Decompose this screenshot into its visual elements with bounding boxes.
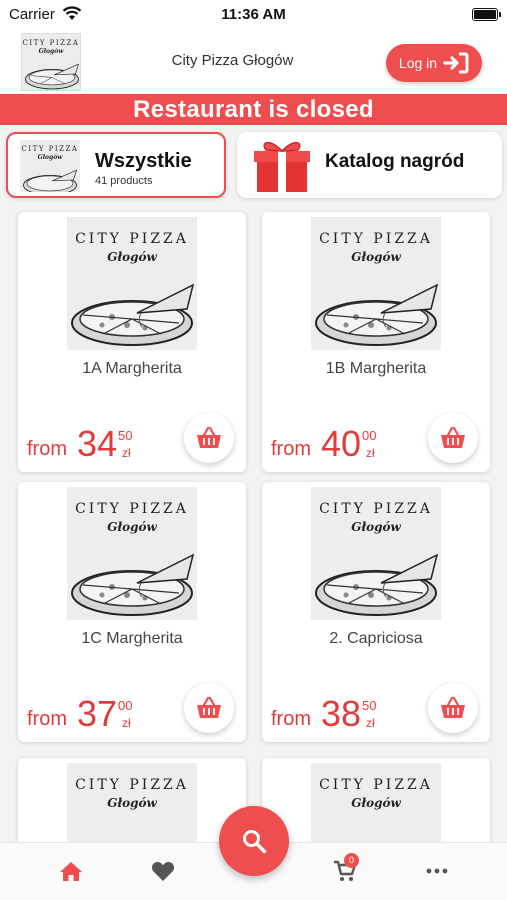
thumb-art-line1: CITY PIZZA [21,145,79,153]
app: Carrier 11:36 AM CITY PIZZA Głogów City … [0,0,507,900]
product-card[interactable]: CITY PIZZA Głogów 1B Margherita from 40 … [262,212,490,472]
price-currency: zł [366,716,375,730]
product-image: CITY PIZZA Głogów [311,487,441,620]
login-label: Log in [398,55,438,71]
nav-favorites[interactable] [146,857,180,885]
nav-cart[interactable]: 0 [328,853,362,885]
pizza-image [71,283,195,346]
login-button[interactable]: Log in [386,44,482,82]
product-art-line2: Głogów [107,520,157,534]
category-name: Katalog nagród [325,151,465,172]
price-cents: 50 [362,698,377,713]
category-count: 41 products [95,175,153,187]
category-all[interactable]: CITY PIZZA Głogów Wszystkie 41 products [6,132,226,198]
product-name: 1B Margherita [325,360,427,377]
product-card[interactable]: CITY PIZZA Głogów 2. Capriciosa from 38 … [262,482,490,742]
price-from-label: from [271,438,311,460]
clock: 11:36 AM [221,6,286,23]
price-whole: 40 [321,423,362,464]
pizza-image [315,283,439,346]
price-currency: zł [122,716,131,730]
product-card[interactable]: CITY PIZZA Głogów 1A Margherita from 34 … [18,212,246,472]
basket-icon [441,426,465,448]
basket-icon [197,696,221,718]
price-from-label: from [27,708,67,730]
product-art-line1: CITY PIZZA [75,777,189,793]
product-art-line1: CITY PIZZA [75,501,189,517]
battery-icon [472,8,501,21]
product-image: CITY PIZZA Głogów [67,487,197,620]
thumb-art-line2: Głogów [37,154,63,161]
restaurant-logo: CITY PIZZA Głogów [21,33,81,91]
product-card[interactable]: CITY PIZZA Głogów 1C Margherita from 37 … [18,482,246,742]
add-to-cart-button[interactable] [428,413,478,463]
price-currency: zł [122,446,131,460]
product-name: 2. Capriciosa [329,630,423,647]
restaurant-title: City Pizza Głogów [171,52,294,69]
more-icon [426,868,448,874]
cart-count-badge: 0 [344,853,359,868]
product-name: 1A Margherita [82,360,182,377]
home-icon [60,862,82,881]
pizza-image [71,553,195,616]
product-image: CITY PIZZA Głogów [67,217,197,350]
price-whole: 37 [77,693,118,734]
product-art-line2: Głogów [351,520,401,534]
closed-banner: Restaurant is closed [0,94,507,125]
pizza-image [315,553,439,616]
logo-art-line2: Głogów [38,48,64,55]
price-cents: 50 [118,428,133,443]
basket-icon [197,426,221,448]
add-to-cart-button[interactable] [184,683,234,733]
logo-art-line1: CITY PIZZA [22,39,80,47]
add-to-cart-button[interactable] [184,413,234,463]
product-art-line1: CITY PIZZA [319,501,433,517]
product-art-line1: CITY PIZZA [319,777,433,793]
login-arrow-icon [443,52,469,74]
product-art-line2: Głogów [107,250,157,264]
price-currency: zł [366,446,375,460]
nav-home[interactable] [54,857,88,885]
pizza-image [25,63,80,90]
price-cents: 00 [118,698,133,713]
product-art-line2: Głogów [351,796,401,810]
product-art-line1: CITY PIZZA [75,231,189,247]
product-image: CITY PIZZA Głogów [311,217,441,350]
pizza-image [23,169,78,192]
price-from-label: from [271,708,311,730]
category-name: Wszystkie [95,150,192,172]
price-from-label: from [27,438,67,460]
price-whole: 34 [77,423,118,464]
category-thumbnail: CITY PIZZA Głogów [20,140,80,192]
gift-icon [254,141,310,192]
price-whole: 38 [321,693,362,734]
product-art-line2: Głogów [351,250,401,264]
search-icon [243,830,267,854]
product-art-line2: Głogów [107,796,157,810]
heart-icon [151,861,175,881]
basket-icon [441,696,465,718]
nav-more[interactable] [420,857,454,885]
header: CITY PIZZA Głogów City Pizza Głogów Log … [0,30,507,94]
product-art-line1: CITY PIZZA [319,231,433,247]
add-to-cart-button[interactable] [428,683,478,733]
search-button[interactable] [219,806,289,876]
product-name: 1C Margherita [81,630,183,647]
status-bar: Carrier 11:36 AM [0,0,507,30]
price-cents: 00 [362,428,377,443]
category-rewards[interactable]: Katalog nagród [237,132,502,198]
